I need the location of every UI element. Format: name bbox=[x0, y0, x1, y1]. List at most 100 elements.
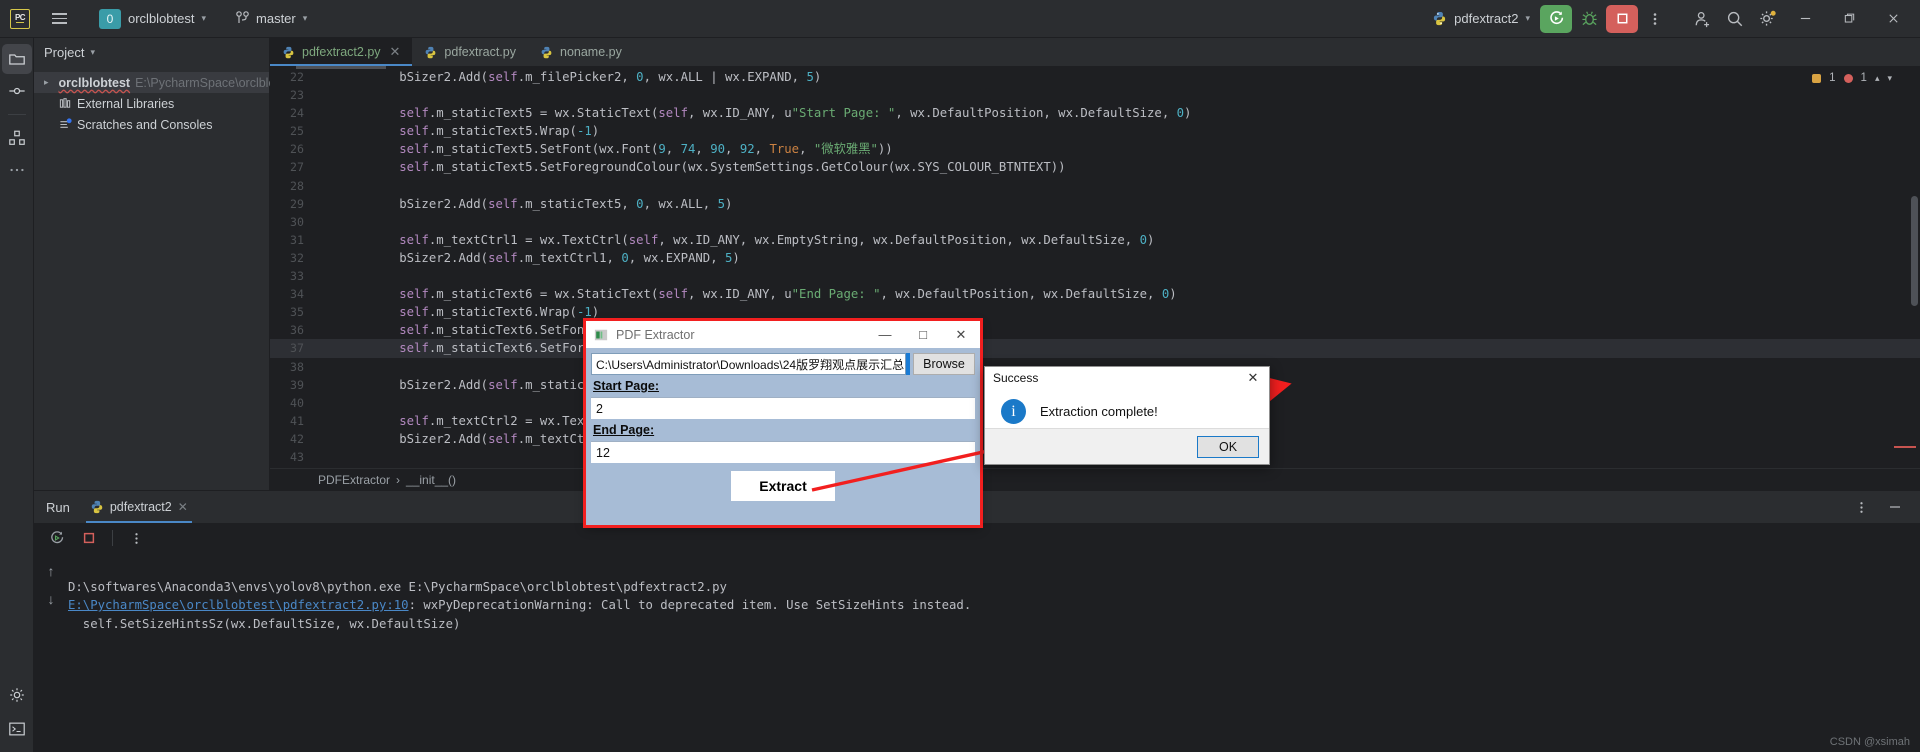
line-source: self.m_staticText5.SetFont(wx.Font(9, 74… bbox=[340, 140, 893, 158]
run-console[interactable]: ↑ ↓ D:\softwares\Anaconda3\envs\yolov8\p… bbox=[34, 553, 1920, 652]
chevron-down-icon[interactable]: ▾ bbox=[1887, 73, 1892, 84]
line-gutter[interactable] bbox=[312, 376, 340, 394]
line-gutter[interactable] bbox=[312, 249, 340, 267]
window-maximize-button[interactable] bbox=[1828, 0, 1870, 38]
line-gutter[interactable] bbox=[312, 394, 340, 412]
rail-button-settings[interactable] bbox=[2, 680, 32, 710]
run-button[interactable] bbox=[1540, 5, 1572, 33]
window-minimize-button[interactable] bbox=[1784, 0, 1826, 38]
line-source: bSizer2.Add(self.m_textCtrl1, 0, wx.EXPA… bbox=[340, 249, 740, 267]
line-gutter[interactable] bbox=[312, 195, 340, 213]
line-gutter[interactable] bbox=[312, 213, 340, 231]
window-close-button[interactable] bbox=[1872, 0, 1914, 38]
file-picker-row: C:\Users\Administrator\Downloads\24版罗翔观点… bbox=[591, 353, 975, 375]
breadcrumb: PDFExtractor › __init__() bbox=[270, 468, 1920, 490]
line-number: 22 bbox=[270, 68, 312, 86]
ok-button[interactable]: OK bbox=[1197, 436, 1259, 458]
inspection-widget[interactable]: 1 1 ▴ ▾ bbox=[1812, 72, 1892, 84]
more-tool-windows-icon bbox=[8, 161, 26, 179]
project-selector[interactable]: 0 orclblobtest ▾ bbox=[92, 6, 213, 32]
run-configuration-selector[interactable]: pdfextract2 ▾ bbox=[1424, 8, 1538, 29]
settings-button[interactable] bbox=[1752, 5, 1782, 33]
pdf-dialog-body: C:\Users\Administrator\Downloads\24版罗翔观点… bbox=[586, 348, 980, 501]
horizontal-scrollbar[interactable] bbox=[296, 66, 386, 69]
run-more-button[interactable] bbox=[121, 524, 151, 552]
stop-button[interactable] bbox=[1606, 5, 1638, 33]
editor-tab-noname[interactable]: noname.py bbox=[528, 38, 634, 66]
scroll-up-button[interactable]: ↑ bbox=[48, 563, 55, 579]
run-window-options-button[interactable] bbox=[1846, 493, 1876, 521]
line-source: self.m_textCtrl1 = wx.TextCtrl(self, wx.… bbox=[340, 231, 1154, 249]
code-line: 37 self.m_staticText6.SetForegroun bbox=[270, 339, 1920, 357]
pdf-maximize-button[interactable]: □ bbox=[904, 321, 942, 348]
close-icon[interactable]: ✕ bbox=[178, 500, 188, 514]
extract-button[interactable]: Extract bbox=[731, 471, 834, 501]
pdf-minimize-button[interactable]: — bbox=[866, 321, 904, 348]
chevron-down-icon: ▾ bbox=[1525, 13, 1530, 24]
rail-button-terminal[interactable] bbox=[2, 714, 32, 744]
line-gutter[interactable] bbox=[312, 86, 340, 104]
line-gutter[interactable] bbox=[312, 321, 340, 339]
rail-button-structure[interactable] bbox=[2, 123, 32, 153]
start-page-input[interactable]: 2 bbox=[591, 397, 975, 419]
line-number: 41 bbox=[270, 412, 312, 430]
more-actions-button[interactable] bbox=[1640, 5, 1670, 33]
console-file-link[interactable]: E:\PycharmSpace\orclblobtest\pdfextract2… bbox=[68, 598, 409, 612]
line-gutter[interactable] bbox=[312, 448, 340, 466]
vertical-scrollbar[interactable] bbox=[1911, 196, 1918, 306]
file-path-input[interactable]: C:\Users\Administrator\Downloads\24版罗翔观点… bbox=[591, 353, 906, 375]
pdf-close-button[interactable]: ✕ bbox=[942, 321, 980, 348]
line-gutter[interactable] bbox=[312, 122, 340, 140]
line-gutter[interactable] bbox=[312, 285, 340, 303]
line-gutter[interactable] bbox=[312, 158, 340, 176]
line-number: 27 bbox=[270, 158, 312, 176]
breadcrumb-item-class[interactable]: PDFExtractor bbox=[318, 473, 390, 487]
error-stripe-marker[interactable] bbox=[1894, 446, 1916, 448]
line-gutter[interactable] bbox=[312, 177, 340, 195]
tree-node-label: External Libraries bbox=[77, 97, 174, 111]
line-number: 38 bbox=[270, 358, 312, 376]
chevron-right-icon[interactable]: ▸ bbox=[44, 77, 49, 88]
rail-button-more[interactable] bbox=[2, 155, 32, 185]
project-panel-header[interactable]: Project ▾ bbox=[34, 38, 269, 66]
line-gutter[interactable] bbox=[312, 412, 340, 430]
end-page-input[interactable]: 12 bbox=[591, 441, 975, 463]
line-gutter[interactable] bbox=[312, 231, 340, 249]
code-line: 33 bbox=[270, 267, 1920, 285]
run-window-minimize-button[interactable] bbox=[1880, 493, 1910, 521]
line-gutter[interactable] bbox=[312, 267, 340, 285]
rail-button-commit[interactable] bbox=[2, 76, 32, 106]
browse-button[interactable]: Browse bbox=[913, 353, 975, 375]
chevron-up-icon[interactable]: ▴ bbox=[1875, 73, 1880, 84]
tree-node-external-libraries[interactable]: External Libraries bbox=[34, 93, 269, 114]
line-gutter[interactable] bbox=[312, 68, 340, 86]
minimize-icon bbox=[1888, 500, 1902, 514]
rerun-button[interactable] bbox=[42, 524, 72, 552]
line-gutter[interactable] bbox=[312, 358, 340, 376]
success-close-button[interactable]: ✕ bbox=[1237, 367, 1269, 389]
scroll-down-button[interactable]: ↓ bbox=[48, 591, 55, 607]
run-tab-pdfextract2[interactable]: pdfextract2 ✕ bbox=[86, 491, 192, 523]
search-button[interactable] bbox=[1720, 5, 1750, 33]
main-menu-icon[interactable] bbox=[42, 2, 76, 36]
tree-node-label: Scratches and Consoles bbox=[77, 118, 213, 132]
line-gutter[interactable] bbox=[312, 430, 340, 448]
breadcrumb-item-method[interactable]: __init__() bbox=[406, 473, 456, 487]
close-icon[interactable]: ✕ bbox=[390, 44, 401, 60]
pdf-dialog-title: PDF Extractor bbox=[616, 328, 695, 342]
editor-tab-pdfextract[interactable]: pdfextract.py bbox=[412, 38, 528, 66]
tree-node-scratches[interactable]: Scratches and Consoles bbox=[34, 114, 269, 135]
line-gutter[interactable] bbox=[312, 303, 340, 321]
structure-icon bbox=[8, 129, 26, 147]
line-gutter[interactable] bbox=[312, 140, 340, 158]
line-gutter[interactable] bbox=[312, 339, 340, 357]
line-gutter[interactable] bbox=[312, 104, 340, 122]
end-page-label: End Page: bbox=[593, 423, 654, 437]
debug-button[interactable] bbox=[1574, 5, 1604, 33]
add-account-button[interactable] bbox=[1688, 5, 1718, 33]
git-branch-selector[interactable]: master ▾ bbox=[229, 8, 314, 29]
rail-button-project[interactable] bbox=[2, 44, 32, 74]
tree-node-orclblobtest[interactable]: ▸ orclblobtest E:\PycharmSpace\orclblok bbox=[34, 72, 269, 93]
editor-tab-pdfextract2[interactable]: pdfextract2.py ✕ bbox=[270, 38, 412, 66]
stop-process-button[interactable] bbox=[74, 524, 104, 552]
